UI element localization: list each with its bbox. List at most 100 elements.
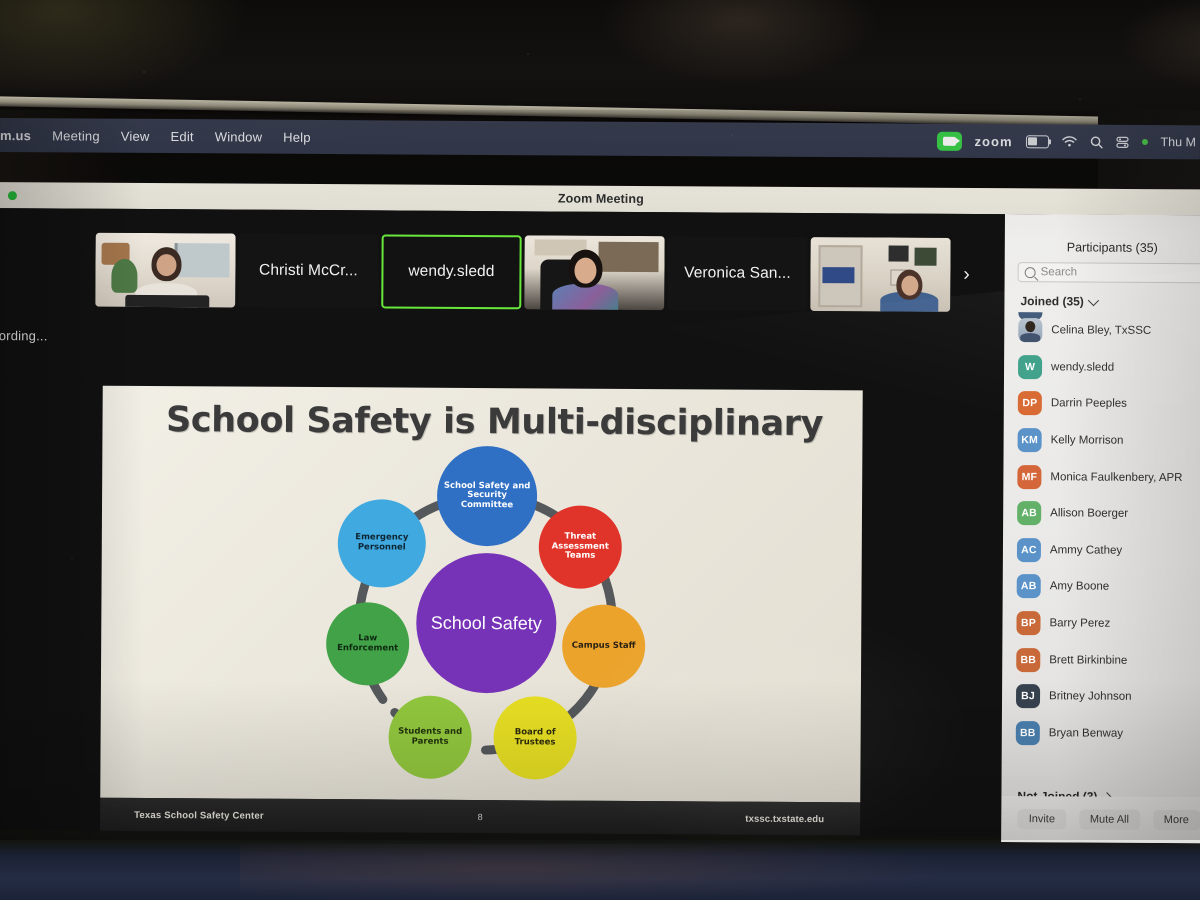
- diagram-node-emergency-personnel: Emergency Personnel: [337, 499, 427, 588]
- tile-name-label: wendy.sledd: [408, 262, 495, 281]
- menubar-zoom-label[interactable]: zoom: [975, 133, 1013, 148]
- video-tile-veronica-san[interactable]: Veronica San...: [667, 236, 808, 312]
- status-dot-icon: [1141, 138, 1148, 146]
- search-icon[interactable]: [1090, 135, 1103, 148]
- participant-name: Celina Bley, TxSSC: [1051, 324, 1152, 338]
- node-label: School Safety and Security Committee: [443, 480, 531, 510]
- macos-menu-bar: m.us Meeting View Edit Window Help zoom: [0, 118, 1200, 160]
- participant-name: Barry Perez: [1049, 617, 1111, 630]
- menu-item-edit[interactable]: Edit: [171, 129, 194, 144]
- control-center-icon[interactable]: [1115, 135, 1129, 148]
- participant-name: Bryan Benway: [1048, 727, 1124, 740]
- more-button[interactable]: More: [1152, 809, 1200, 831]
- joined-section-header[interactable]: Joined (35): [1020, 294, 1100, 309]
- shared-slide: School Safety is Multi-disciplinary Scho…: [100, 385, 863, 803]
- slide-footer-url: txssc.txstate.edu: [745, 813, 825, 825]
- list-item[interactable]: BB Brett Birkinbine: [1002, 641, 1200, 679]
- node-label: School Safety: [430, 612, 542, 633]
- participant-name: Ammy Cathey: [1049, 544, 1123, 557]
- tile-name-label: Christi McCr...: [259, 261, 358, 280]
- search-icon: [1024, 266, 1036, 278]
- avatar: AC: [1016, 537, 1042, 563]
- search-input[interactable]: Search: [1017, 262, 1200, 284]
- participant-name: Britney Johnson: [1049, 690, 1132, 704]
- participants-panel-title: Participants (35): [1066, 240, 1158, 255]
- diagram-node-school-safety-and-security-committee: School Safety and Security Committee: [436, 445, 538, 547]
- video-tile-2[interactable]: [524, 235, 665, 311]
- list-item[interactable]: KM Kelly Morrison: [1004, 422, 1200, 460]
- list-item[interactable]: BJ Britney Johnson: [1002, 678, 1200, 716]
- node-label: Students and Parents: [398, 726, 463, 747]
- video-tile-3[interactable]: [810, 237, 951, 312]
- list-item[interactable]: BB Bryan Benway: [1002, 715, 1200, 753]
- list-item[interactable]: AB Amy Boone: [1003, 568, 1200, 606]
- avatar: AB: [1017, 501, 1042, 526]
- invite-button[interactable]: Invite: [1017, 809, 1067, 830]
- list-item[interactable]: DP Darrin Peeples: [1004, 385, 1200, 423]
- avatar: W: [1017, 354, 1043, 380]
- node-label: Board of Trustees: [514, 727, 556, 747]
- participant-name: wendy.sledd: [1051, 361, 1115, 374]
- list-item[interactable]: MF Monica Faulkenbery, APR: [1003, 458, 1200, 496]
- avatar: KM: [1017, 428, 1042, 453]
- list-item[interactable]: BP Barry Perez: [1002, 605, 1200, 643]
- node-label: Law Enforcement: [337, 633, 399, 654]
- chevron-down-icon: [1088, 294, 1100, 306]
- participant-name: Allison Boerger: [1050, 507, 1129, 521]
- menu-item-app[interactable]: m.us: [0, 128, 31, 143]
- video-tile-christi-mccr[interactable]: Christi McCr...: [238, 233, 379, 309]
- list-item[interactable]: Celina Bley, TxSSC: [1004, 312, 1200, 350]
- participants-panel-footer: Invite Mute All More: [1001, 795, 1200, 844]
- list-item[interactable]: AB Allison Boerger: [1003, 495, 1200, 533]
- menu-item-help[interactable]: Help: [283, 129, 311, 144]
- participant-name: Darrin Peeples: [1050, 397, 1127, 411]
- wifi-icon[interactable]: [1061, 135, 1077, 147]
- participants-list[interactable]: Celina Bley, TxSSC W wendy.sledd DP Darr…: [1002, 311, 1200, 783]
- node-label: Threat Assessment Teams: [551, 531, 609, 561]
- participant-filmstrip: Christi McCr... wendy.sledd Veronica San…: [95, 231, 970, 314]
- window-title: Zoom Meeting: [557, 191, 644, 207]
- slide-footer: Texas School Safety Center 8 txssc.txsta…: [100, 797, 861, 837]
- participant-name: Brett Birkinbine: [1049, 653, 1128, 667]
- laptop-screen-photo: m.us Meeting View Edit Window Help zoom: [0, 0, 1200, 900]
- diagram-node-school-safety-center: School Safety: [415, 552, 557, 694]
- avatar: BB: [1015, 720, 1040, 746]
- mute-all-button[interactable]: Mute All: [1078, 809, 1141, 830]
- diagram-node-board-of-trustees: Board of Trustees: [493, 696, 577, 780]
- node-label: Emergency Personnel: [355, 532, 409, 553]
- participant-name: Kelly Morrison: [1050, 434, 1124, 447]
- diagram-node-threat-assessment-teams: Threat Assessment Teams: [538, 505, 623, 589]
- participants-panel: Participants (35) Search Joined (35) Cel…: [1001, 214, 1200, 844]
- avatar: BB: [1016, 647, 1041, 672]
- menu-item-view[interactable]: View: [121, 128, 150, 143]
- menu-item-window[interactable]: Window: [215, 129, 263, 144]
- window-traffic-light-icon[interactable]: [7, 191, 17, 201]
- filmstrip-next-arrow-icon[interactable]: ›: [963, 264, 969, 286]
- participant-name: Monica Faulkenbery, APR: [1050, 470, 1183, 484]
- diagram-node-campus-staff: Campus Staff: [561, 604, 646, 689]
- avatar: AB: [1016, 574, 1041, 599]
- battery-icon[interactable]: [1025, 134, 1049, 148]
- list-item[interactable]: AC Ammy Cathey: [1003, 532, 1200, 570]
- avatar: BJ: [1015, 684, 1041, 709]
- list-item[interactable]: W wendy.sledd: [1004, 349, 1200, 387]
- slide-title: School Safety is Multi-disciplinary: [165, 400, 824, 445]
- video-tile-1[interactable]: [95, 232, 236, 308]
- joined-label: Joined (35): [1020, 294, 1084, 309]
- menubar-clock[interactable]: Thu M: [1160, 135, 1196, 149]
- recording-status-label: Recording...: [0, 327, 48, 344]
- school-safety-diagram: School Safety and Security Committee Thr…: [325, 445, 646, 780]
- avatar: BP: [1016, 611, 1041, 636]
- search-placeholder: Search: [1040, 266, 1078, 279]
- participant-name: Amy Boone: [1049, 580, 1110, 594]
- avatar: MF: [1017, 464, 1042, 489]
- avatar: [1018, 318, 1043, 343]
- video-tile-wendy-sledd[interactable]: wendy.sledd: [381, 234, 522, 310]
- zoom-camera-icon[interactable]: [936, 131, 962, 151]
- avatar: DP: [1017, 391, 1042, 416]
- diagram-node-law-enforcement: Law Enforcement: [325, 602, 410, 686]
- diagram-node-students-and-parents: Students and Parents: [388, 695, 472, 779]
- tile-name-label: Veronica San...: [684, 264, 791, 282]
- menu-item-meeting[interactable]: Meeting: [52, 128, 100, 143]
- node-label: Campus Staff: [571, 640, 636, 651]
